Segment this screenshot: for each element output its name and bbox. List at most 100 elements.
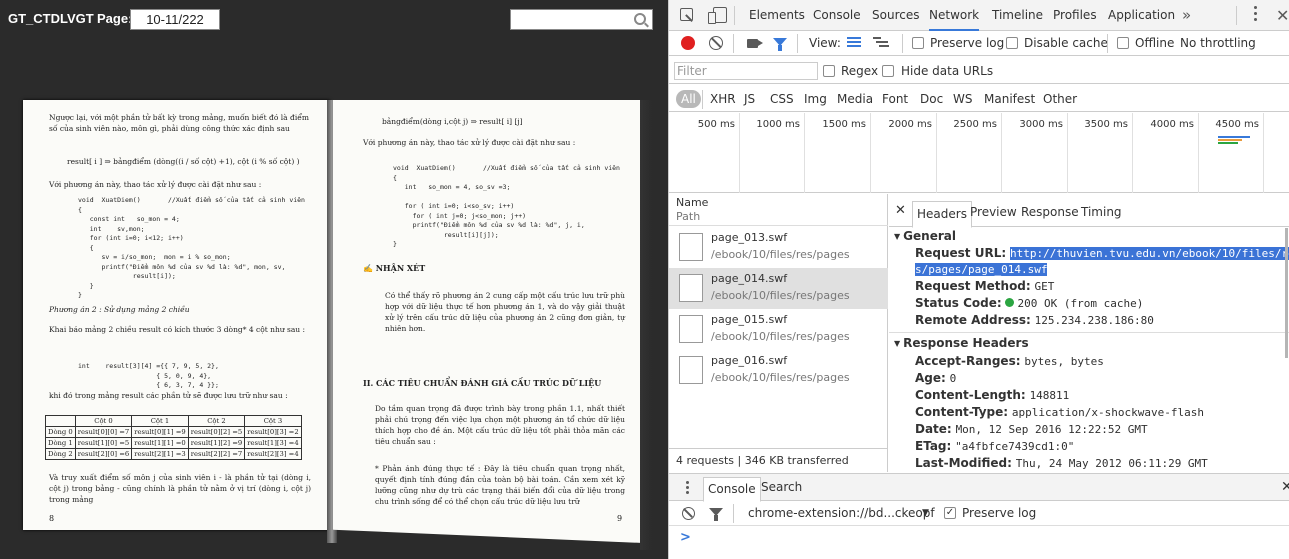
disable-cache-checkbox[interactable]: [1006, 37, 1018, 49]
tab-elements[interactable]: Elements: [749, 0, 805, 31]
type-filter-img[interactable]: Img: [804, 90, 827, 108]
tab-headers[interactable]: Headers: [912, 201, 972, 228]
type-filter-other[interactable]: Other: [1043, 90, 1077, 108]
detail-scrollbar[interactable]: [1285, 228, 1288, 358]
chevron-down-icon[interactable]: ▼: [922, 501, 929, 526]
header-key: Date:: [915, 422, 952, 436]
request-row-selected[interactable]: page_014.swf /ebook/10/files/res/pages: [669, 268, 888, 309]
table-cell: result[0][1] =9: [131, 426, 189, 438]
type-filter-doc[interactable]: Doc: [920, 90, 943, 108]
network-toolbar: View: Preserve log Disable cache Offline…: [669, 31, 1289, 56]
close-icon[interactable]: ✕: [1276, 6, 1289, 25]
header-value: application/x-shockwave-flash: [1011, 406, 1204, 419]
type-filter-font[interactable]: Font: [882, 90, 908, 108]
tab-timing[interactable]: Timing: [1081, 194, 1122, 227]
console-preserve-log-label: Preserve log: [962, 506, 1037, 520]
offline-checkbox[interactable]: [1117, 37, 1129, 49]
header-row: Content-Type: application/x-shockwave-fl…: [915, 405, 1204, 419]
type-filter-manifest[interactable]: Manifest: [984, 90, 1035, 108]
toolbar-divider: [902, 34, 903, 53]
page-heading: Phương án 2 : Sử dụng mảng 2 chiều: [49, 305, 190, 314]
clear-console-icon[interactable]: [682, 507, 695, 520]
type-filter-js[interactable]: JS: [744, 90, 755, 108]
request-detail-pane: ✕ Headers Preview Response Timing Genera…: [889, 194, 1289, 472]
waterfall-view-icon[interactable]: [873, 37, 889, 49]
general-section-toggle[interactable]: General: [894, 229, 956, 243]
request-list-header[interactable]: Name Path: [669, 194, 888, 226]
preserve-log-label: Preserve log: [930, 36, 1005, 50]
timeline-tick-label: 1500 ms: [822, 119, 866, 130]
request-row[interactable]: page_013.swf /ebook/10/files/res/pages: [669, 227, 888, 268]
inspect-element-icon[interactable]: [680, 8, 693, 21]
filter-input[interactable]: Filter: [674, 62, 818, 80]
type-filter-xhr[interactable]: XHR: [710, 90, 736, 108]
type-filter-ws[interactable]: WS: [953, 90, 972, 108]
column-name: Name: [676, 196, 709, 209]
response-headers-toggle[interactable]: Response Headers: [894, 336, 1028, 350]
drawer-tab-console[interactable]: Console: [703, 477, 761, 502]
console-preserve-log-checkbox[interactable]: ✓: [944, 507, 956, 519]
request-row[interactable]: page_015.swf /ebook/10/files/res/pages: [669, 309, 888, 350]
type-filter-media[interactable]: Media: [837, 90, 873, 108]
page-formula: bảngđiểm(dòng i,cột j) ⇒ result[ i] [j]: [382, 117, 523, 126]
request-name: page_014.swf: [711, 272, 788, 285]
more-tabs-icon[interactable]: »: [1182, 0, 1191, 31]
network-overview-timeline[interactable]: 500 ms 1000 ms 1500 ms 2000 ms 2500 ms 3…: [669, 113, 1289, 193]
tab-network[interactable]: Network: [929, 0, 980, 31]
timeline-gridline: [870, 113, 871, 193]
header-key: ETag:: [915, 439, 952, 453]
header-value: "a4fbfce7439cd1:0": [955, 440, 1075, 453]
table-cell: Dòng 2: [45, 448, 76, 460]
request-url-value[interactable]: s/pages/page_014.swf: [915, 263, 1048, 276]
header-row: ETag: "a4fbfce7439cd1:0": [915, 439, 1074, 453]
regex-checkbox[interactable]: [823, 65, 835, 77]
filter-bar: Filter Regex Hide data URLs: [669, 57, 1289, 84]
table-row: Dòng 0 result[0][0] =7 result[0][1] =9 r…: [45, 426, 302, 438]
page-paragraph: Do tầm quan trọng đã được trình bày tron…: [375, 404, 625, 446]
tab-console[interactable]: Console: [813, 0, 861, 31]
offline-label: Offline: [1135, 36, 1175, 50]
tab-preview[interactable]: Preview: [970, 194, 1017, 227]
tab-timeline[interactable]: Timeline: [992, 0, 1043, 31]
page-label: Page:: [97, 11, 133, 26]
kebab-menu-icon[interactable]: [1254, 6, 1258, 24]
search-icon[interactable]: [634, 13, 646, 25]
clear-icon[interactable]: [709, 36, 723, 50]
preserve-log-checkbox[interactable]: [912, 37, 924, 49]
tab-response[interactable]: Response: [1021, 194, 1079, 227]
request-url-value[interactable]: http://thuvien.tvu.edu.vn/ebook/10/files…: [1009, 247, 1289, 260]
close-detail-icon[interactable]: ✕: [895, 203, 906, 218]
request-name: page_016.swf: [711, 354, 788, 367]
filter-icon[interactable]: [773, 38, 787, 51]
table-cell: result[0][3] =2: [244, 426, 302, 438]
record-icon[interactable]: [681, 36, 695, 50]
devtools-panel: Elements Console Sources Network Timelin…: [668, 0, 1289, 559]
console-prompt-icon[interactable]: >: [680, 530, 691, 545]
type-filter-css[interactable]: CSS: [770, 90, 794, 108]
tab-profiles[interactable]: Profiles: [1053, 0, 1097, 31]
timeline-gridline: [804, 113, 805, 193]
tab-sources[interactable]: Sources: [872, 0, 919, 31]
capture-screenshots-icon[interactable]: [747, 39, 763, 48]
list-view-icon[interactable]: [847, 37, 861, 49]
table-cell: result[1][0] =5: [74, 437, 133, 449]
page-code: int result[3][4] ={{ 7, 9, 5, 2}, { 5, 0…: [78, 362, 219, 389]
type-filter-all[interactable]: All: [676, 90, 701, 108]
viewer-toolbar: GT_CTDLVGT Page: 10-11/222: [0, 0, 668, 40]
context-selector[interactable]: chrome-extension://bd...ckeopf: [748, 501, 935, 526]
header-value: 0: [949, 372, 957, 385]
console-filter-icon[interactable]: [709, 508, 723, 521]
page-number-input[interactable]: 10-11/222: [130, 9, 220, 30]
drawer-menu-icon[interactable]: [686, 481, 689, 496]
book-title: GT_CTDLVGT: [8, 11, 94, 26]
timeline-request-bar: [1218, 139, 1242, 141]
hide-data-urls-checkbox[interactable]: [882, 65, 894, 77]
request-row[interactable]: page_016.swf /ebook/10/files/res/pages: [669, 350, 888, 391]
tab-application[interactable]: Application: [1108, 0, 1175, 31]
viewer-search-input[interactable]: [510, 9, 653, 30]
drawer-tab-search[interactable]: Search: [761, 474, 802, 501]
throttling-select[interactable]: No throttling: [1180, 31, 1256, 56]
device-toolbar-icon[interactable]: [708, 7, 727, 24]
close-drawer-icon[interactable]: ✕: [1281, 479, 1289, 495]
table-header-cell: Cột 1: [131, 415, 189, 427]
